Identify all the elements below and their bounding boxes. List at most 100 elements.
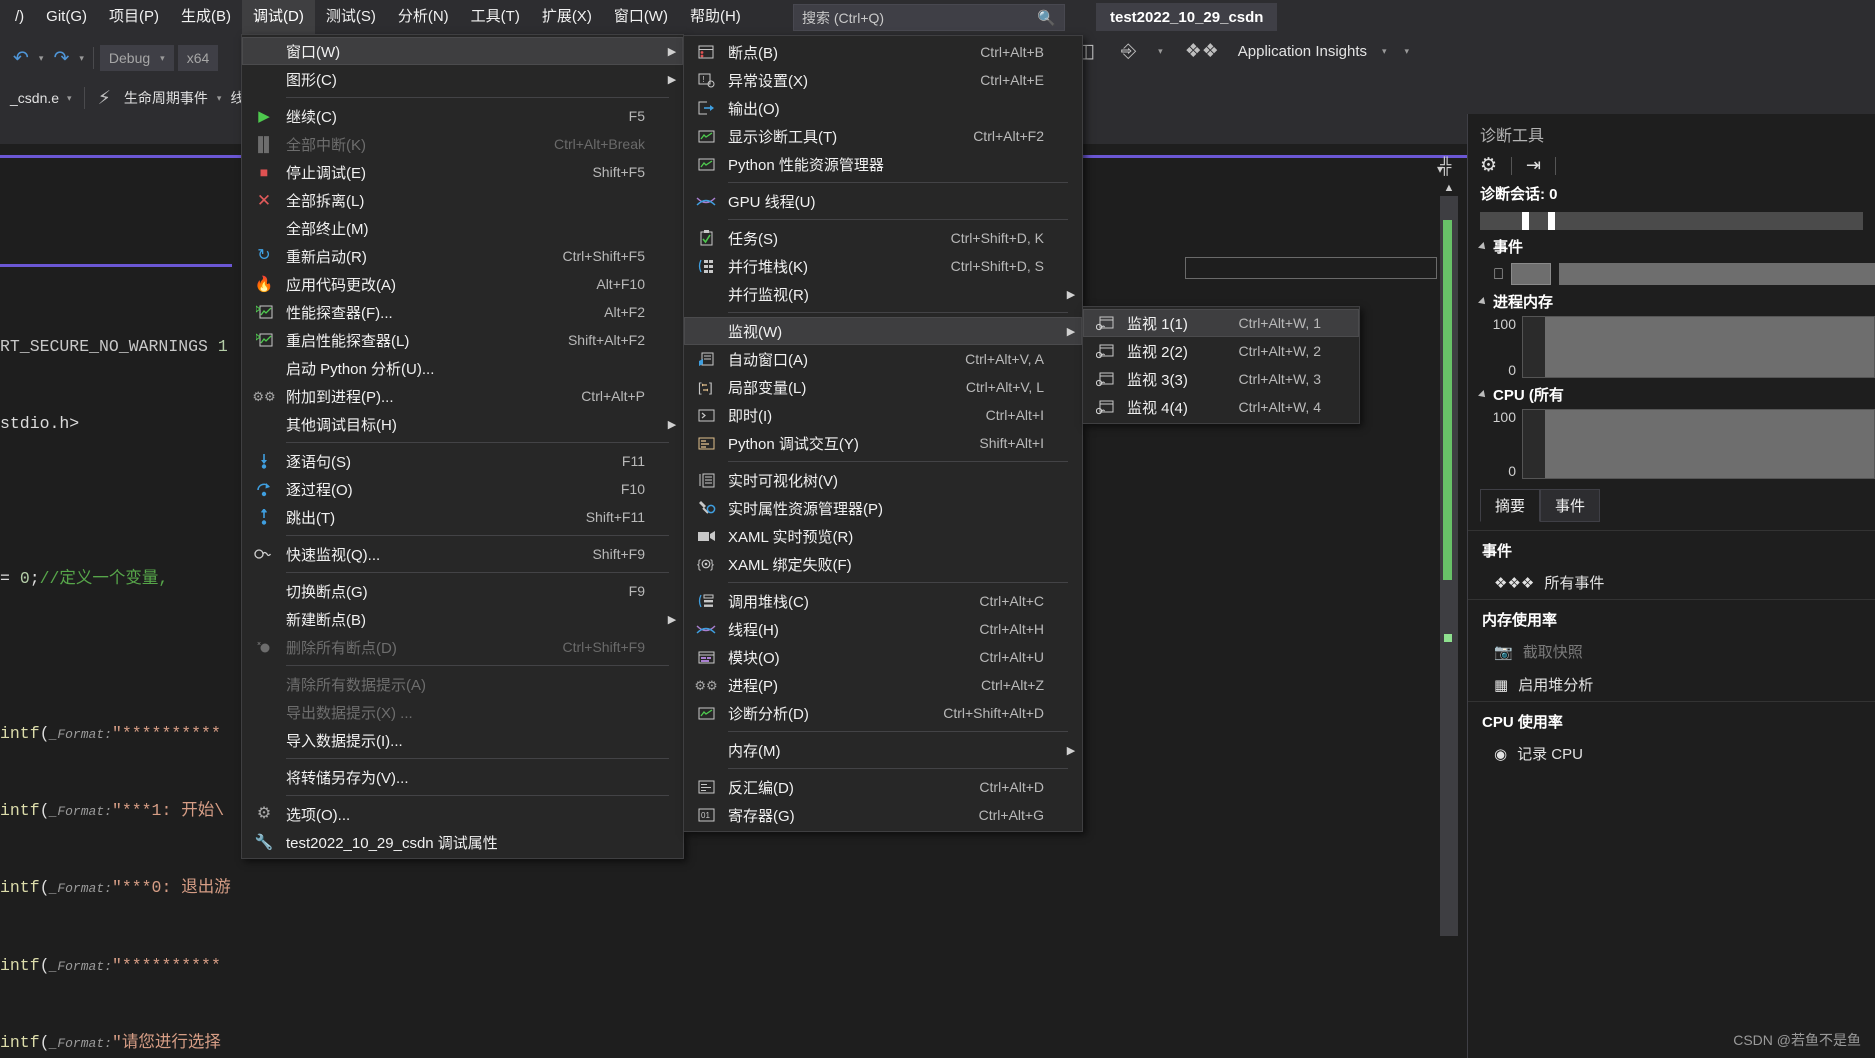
menu-item-17[interactable]: 逐过程(O) F10 <box>242 475 683 503</box>
diagnostic-tools-toolbar[interactable]: ⚙ ⇥ <box>1468 150 1875 179</box>
menu-item-extensions[interactable]: 扩展(X) <box>531 0 603 34</box>
debug-dropdown-menu[interactable]: 窗口(W) ▶ 图形(C) ▶ ▶ 继续(C) F5 ▐▌ 全部中断(K) Ctrl+Alt+Br… <box>241 34 684 859</box>
build-config-combo[interactable]: Debug ▾ <box>99 45 174 71</box>
lifecycle-events-label[interactable]: 生命周期事件 <box>118 88 214 108</box>
menu-item-20[interactable]: XAML 实时预览(R) <box>684 522 1082 550</box>
menu-item-31[interactable]: 反汇编(D) Ctrl+Alt+D <box>684 773 1082 801</box>
menu-item-22[interactable]: 切换断点(G) F9 <box>242 577 683 605</box>
search-box[interactable]: 搜索 (Ctrl+Q) 🔍 <box>793 4 1065 31</box>
scrollbar-thumb[interactable] <box>1443 220 1452 580</box>
menu-item-9[interactable]: 🔥 应用代码更改(A) Alt+F10 <box>242 270 683 298</box>
export-icon[interactable]: ⇥ <box>1526 155 1541 176</box>
bookmark-chevron-icon[interactable]: ▾ <box>1155 46 1166 57</box>
menu-item-8[interactable]: 任务(S) Ctrl+Shift+D, K <box>684 224 1082 252</box>
menu-item-6[interactable]: GPU 线程(U) <box>684 187 1082 215</box>
menu-item-13[interactable]: 自动窗口(A) Ctrl+Alt+V, A <box>684 345 1082 373</box>
menu-item-11[interactable]: 重启性能探查器(L) Shift+Alt+F2 <box>242 326 683 354</box>
menu-item-20[interactable]: 快速监视(Q)... Shift+F9 <box>242 540 683 568</box>
menu-item-8[interactable]: ↻ 重新启动(R) Ctrl+Shift+F5 <box>242 242 683 270</box>
menu-item-0[interactable]: /) <box>4 0 35 34</box>
menu-item-10[interactable]: 并行监视(R) ▶ <box>684 280 1082 308</box>
lifecycle-events-icon[interactable]: ⚡ <box>91 87 118 110</box>
toolbar-overflow-icon[interactable]: ▾ <box>1402 46 1413 57</box>
menu-item-0[interactable]: 窗口(W) ▶ <box>242 37 683 65</box>
undo-chevron-down-icon[interactable]: ▾ <box>36 53 47 64</box>
menu-item-4[interactable]: Python 性能资源管理器 <box>684 150 1082 178</box>
diagnostic-tabs[interactable]: 摘要 事件 <box>1480 489 1875 522</box>
menu-item-32[interactable]: ⚙ 选项(O)... <box>242 800 683 828</box>
menu-item-tools[interactable]: 工具(T) <box>460 0 531 34</box>
menu-item-0[interactable]: 监视 1(1) Ctrl+Alt+W, 1 <box>1083 309 1359 337</box>
menu-item-16[interactable]: Python 调试交互(Y) Shift+Alt+I <box>684 429 1082 457</box>
menu-item-test[interactable]: 测试(S) <box>315 0 387 34</box>
menu-item-1[interactable]: ! 异常设置(X) Ctrl+Alt+E <box>684 66 1082 94</box>
events-group-header[interactable]: 事件 <box>1468 230 1875 261</box>
menu-item-1[interactable]: 图形(C) ▶ <box>242 65 683 93</box>
menu-item-analyze[interactable]: 分析(N) <box>387 0 460 34</box>
diagnostic-timeline-strip[interactable] <box>1480 212 1863 230</box>
link-enable-heap-profiling[interactable]: ▦ 启用堆分析 <box>1468 668 1875 701</box>
menu-item-15[interactable]: 即时(I) Ctrl+Alt+I <box>684 401 1082 429</box>
menu-item-window[interactable]: 窗口(W) <box>603 0 679 34</box>
menu-item-28[interactable]: 导入数据提示(I)... <box>242 726 683 754</box>
menu-item-27[interactable]: 诊断分析(D) Ctrl+Shift+Alt+D <box>684 699 1082 727</box>
menu-item-21[interactable]: {} XAML 绑定失败(F) <box>684 550 1082 578</box>
cpu-group-header[interactable]: CPU (所有 <box>1468 378 1875 409</box>
tab-events[interactable]: 事件 <box>1540 489 1601 522</box>
watch-pane-split-icon[interactable]: ╬ <box>1440 158 1451 176</box>
menu-item-30[interactable]: 将转储另存为(V)... <box>242 763 683 791</box>
menu-item-14[interactable]: 其他调试目标(H) ▶ <box>242 410 683 438</box>
menu-item-1[interactable]: 监视 2(2) Ctrl+Alt+W, 2 <box>1083 337 1359 365</box>
menu-item-12[interactable]: 监视(W) ▶ <box>684 317 1082 345</box>
menu-item-3[interactable]: ▶ 继续(C) F5 <box>242 102 683 130</box>
search-input[interactable]: 搜索 (Ctrl+Q) <box>802 8 1037 28</box>
menu-item-25[interactable]: 模块(O) Ctrl+Alt+U <box>684 643 1082 671</box>
platform-combo[interactable]: x64 <box>177 45 219 71</box>
app-insights-icon[interactable]: ❖❖ <box>1178 40 1226 63</box>
menu-item-10[interactable]: 性能探查器(F)... Alt+F2 <box>242 298 683 326</box>
app-insights-label[interactable]: Application Insights <box>1238 43 1367 60</box>
link-all-events[interactable]: ❖❖❖ 所有事件 <box>1468 566 1875 599</box>
gear-icon[interactable]: ⚙ <box>1480 154 1497 177</box>
toolbar-right-group[interactable]: ◫ ⎆ ▾ ❖❖ Application Insights ▾ ▾ <box>1070 40 1412 63</box>
menu-item-5[interactable]: ■ 停止调试(E) Shift+F5 <box>242 158 683 186</box>
link-take-snapshot[interactable]: 📷 截取快照 <box>1468 635 1875 668</box>
editor-vertical-scrollbar[interactable] <box>1440 196 1458 936</box>
menu-item-2[interactable]: 监视 3(3) Ctrl+Alt+W, 3 <box>1083 365 1359 393</box>
tab-summary[interactable]: 摘要 <box>1480 489 1541 522</box>
menu-item-2[interactable]: 输出(O) <box>684 94 1082 122</box>
menu-item-16[interactable]: 逐语句(S) F11 <box>242 447 683 475</box>
menu-item-23[interactable]: 调用堆栈(C) Ctrl+Alt+C <box>684 587 1082 615</box>
menu-item-6[interactable]: ✕ 全部拆离(L) <box>242 186 683 214</box>
menu-item-build[interactable]: 生成(B) <box>170 0 242 34</box>
undo-arrow-icon[interactable]: ↶ <box>6 47 36 70</box>
menu-item-26[interactable]: ⚙⚙ 进程(P) Ctrl+Alt+Z <box>684 671 1082 699</box>
menu-item-33[interactable]: 🔧 test2022_10_29_csdn 调试属性 <box>242 828 683 856</box>
menu-item-24[interactable]: 线程(H) Ctrl+Alt+H <box>684 615 1082 643</box>
link-record-cpu[interactable]: ◉ 记录 CPU <box>1468 737 1875 770</box>
window-submenu-menu[interactable]: 断点(B) Ctrl+Alt+B! 异常设置(X) Ctrl+Alt+E 输出(O) 显示… <box>683 35 1083 832</box>
menu-item-3[interactable]: 监视 4(4) Ctrl+Alt+W, 4 <box>1083 393 1359 421</box>
menu-item-7[interactable]: 全部终止(M) <box>242 214 683 242</box>
redo-chevron-down-icon[interactable]: ▾ <box>76 53 87 64</box>
menu-item-project[interactable]: 项目(P) <box>98 0 170 34</box>
process-memory-group-header[interactable]: 进程内存 <box>1468 285 1875 316</box>
menu-item-18[interactable]: 跳出(T) Shift+F11 <box>242 503 683 531</box>
scroll-up-arrow-icon[interactable]: ▲ <box>1440 182 1458 196</box>
menu-item-12[interactable]: 启动 Python 分析(U)... <box>242 354 683 382</box>
redo-arrow-icon[interactable]: ↷ <box>46 47 76 70</box>
lifecycle-chevron-icon[interactable]: ▾ <box>214 93 225 104</box>
menu-item-0[interactable]: 断点(B) Ctrl+Alt+B <box>684 38 1082 66</box>
menu-item-9[interactable]: 并行堆栈(K) Ctrl+Shift+D, S <box>684 252 1082 280</box>
menu-item-14[interactable]: [] 局部变量(L) Ctrl+Alt+V, L <box>684 373 1082 401</box>
menu-item-18[interactable]: 实时可视化树(V) <box>684 466 1082 494</box>
menu-item-13[interactable]: ⚙⚙ 附加到进程(P)... Ctrl+Alt+P <box>242 382 683 410</box>
bookmark-icon[interactable]: ⎆ <box>1114 41 1143 63</box>
app-insights-chevron-icon[interactable]: ▾ <box>1379 46 1390 57</box>
menu-item-32[interactable]: 01 寄存器(G) Ctrl+Alt+G <box>684 801 1082 829</box>
menu-item-3[interactable]: 显示诊断工具(T) Ctrl+Alt+F2 <box>684 122 1082 150</box>
menu-item-19[interactable]: 实时属性资源管理器(P) <box>684 494 1082 522</box>
diagnostic-tools-panel[interactable]: 诊断工具 ⚙ ⇥ 诊断会话: 0 事件 ⎕ 进程内存 100 0 CPU (所有… <box>1467 114 1875 1058</box>
menu-item-help[interactable]: 帮助(H) <box>679 0 752 34</box>
menu-item-23[interactable]: 新建断点(B) ▶ <box>242 605 683 633</box>
